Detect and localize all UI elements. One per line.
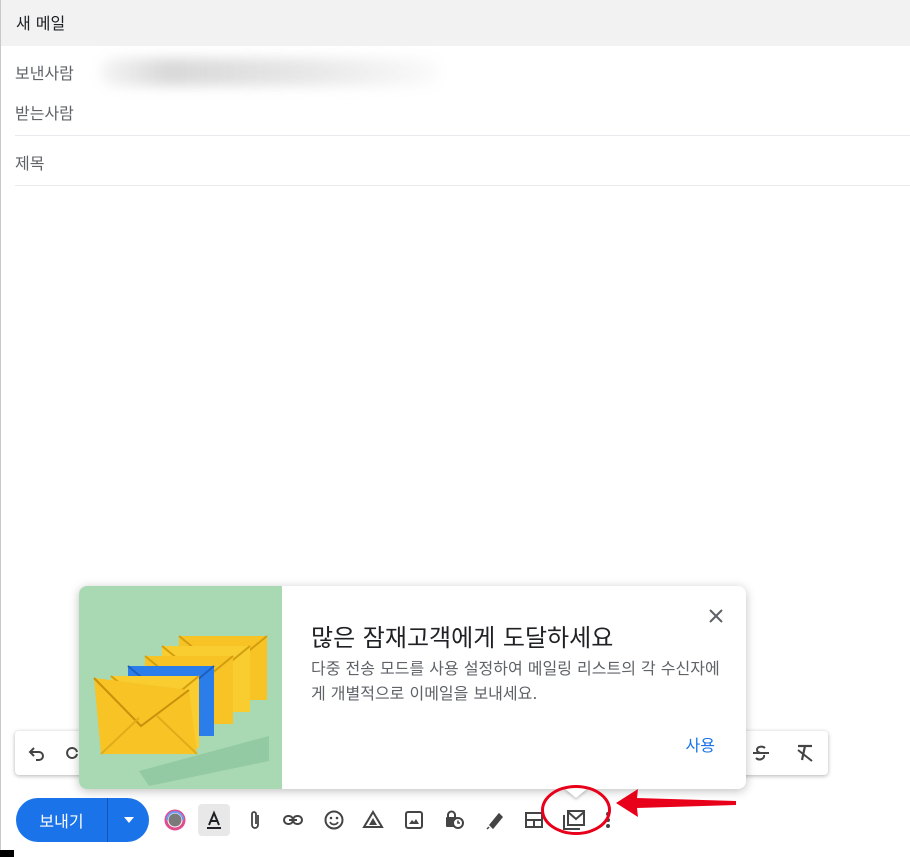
attach-icon[interactable] xyxy=(241,806,269,834)
send-button[interactable]: 보내기 xyxy=(16,798,107,842)
envelopes-illustration xyxy=(79,586,282,789)
clear-formatting-icon[interactable] xyxy=(791,739,819,767)
popup-title: 많은 잠재고객에게 도달하세요 xyxy=(311,624,614,652)
window-edge xyxy=(0,0,1,857)
subject-field-label[interactable]: 제목 xyxy=(15,150,44,174)
multi-send-promo-popup: 많은 잠재고객에게 도달하세요 다중 전송 모드를 사용 설정하여 메일링 리스… xyxy=(79,586,746,789)
send-button-group: 보내기 xyxy=(16,798,149,842)
subject-divider xyxy=(15,185,910,186)
enable-multi-send-button[interactable]: 사용 xyxy=(686,732,715,756)
undo-icon[interactable] xyxy=(23,739,51,767)
close-icon[interactable] xyxy=(704,604,728,628)
highlight-circle-annotation xyxy=(541,785,611,835)
caret-down-icon xyxy=(123,817,134,823)
emoji-icon[interactable] xyxy=(320,806,348,834)
strikethrough-icon[interactable] xyxy=(747,739,775,767)
layouts-icon[interactable] xyxy=(161,806,189,834)
confidential-mode-icon[interactable] xyxy=(440,806,468,834)
envelope-front-icon xyxy=(93,677,198,755)
send-options-button[interactable] xyxy=(108,798,149,842)
link-icon[interactable] xyxy=(279,806,307,834)
signature-icon[interactable] xyxy=(480,806,508,834)
from-field-label[interactable]: 보낸사람 xyxy=(15,60,74,84)
drive-icon[interactable] xyxy=(359,806,387,834)
photo-icon[interactable] xyxy=(400,806,428,834)
compose-title: 새 메일 xyxy=(16,14,66,33)
to-field-label[interactable]: 받는사람 xyxy=(15,100,74,124)
red-arrow-annotation xyxy=(616,789,736,817)
compose-header: 새 메일 xyxy=(1,0,910,46)
popup-description: 다중 전송 모드를 사용 설정하여 메일링 리스트의 각 수신자에게 개별적으로… xyxy=(311,659,720,703)
corner-marker xyxy=(0,850,14,857)
to-divider xyxy=(15,135,910,136)
text-format-icon[interactable] xyxy=(198,804,230,836)
blurred-sender-address xyxy=(100,58,440,86)
